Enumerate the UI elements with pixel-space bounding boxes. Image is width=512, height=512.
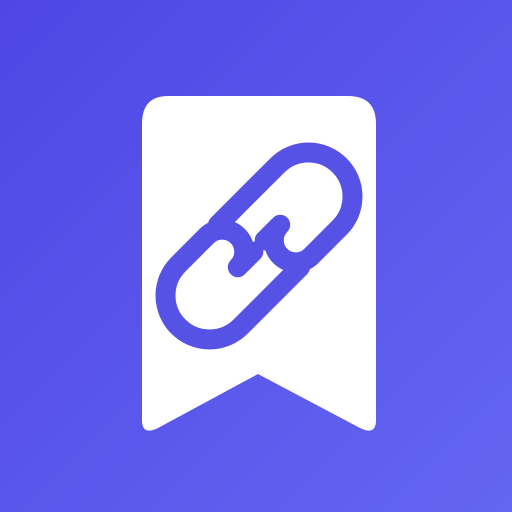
app-icon-canvas [0, 0, 512, 512]
bookmark-link-icon [142, 96, 376, 431]
